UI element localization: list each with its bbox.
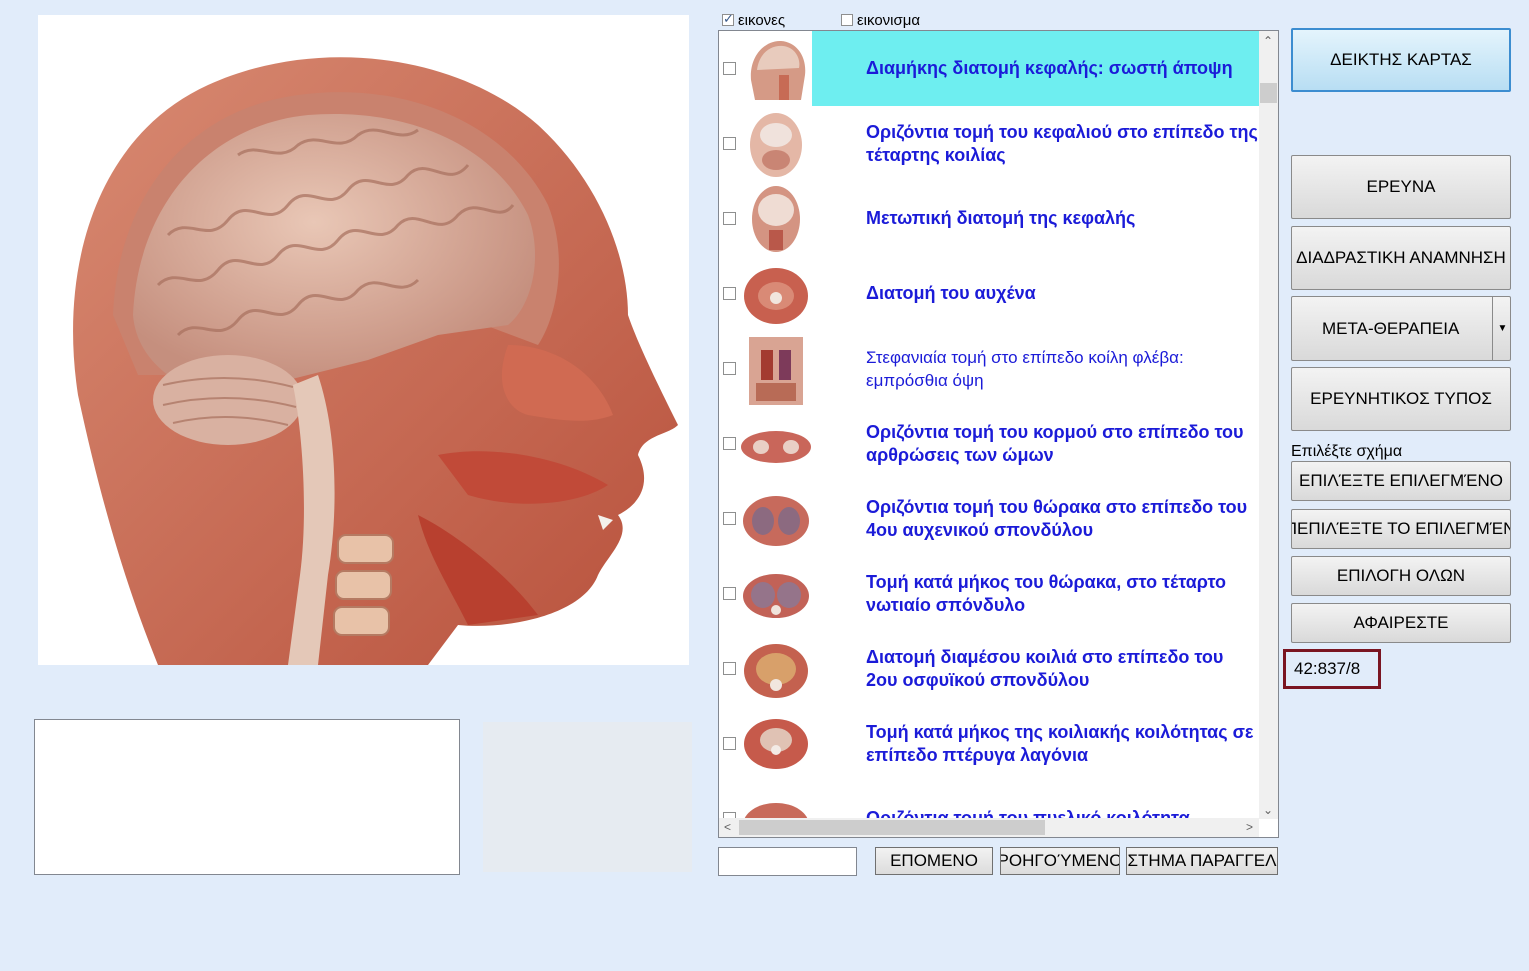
remove-button[interactable]: ΑΦΑΙΡΕΣΤΕ	[1291, 603, 1511, 643]
horizontal-scrollbar[interactable]: < >	[719, 818, 1259, 837]
thumbnail-image	[743, 496, 809, 546]
thumbnail-image	[749, 337, 803, 405]
scroll-up-icon[interactable]: ⌃	[1263, 34, 1273, 48]
previous-button[interactable]: ΡΟΗΓΟΎΜΕΝΟ	[1000, 847, 1120, 875]
icons-checkbox[interactable]: εικονισμα	[841, 10, 920, 30]
list-item[interactable]: Οριζόντια τομή του θώρακα στο επίπεδο το…	[719, 481, 1259, 556]
list-item[interactable]: Διατομή διαμέσου κοιλιά στο επίπεδο του …	[719, 631, 1259, 706]
item-checkbox[interactable]	[723, 437, 736, 450]
horizontal-scroll-thumb[interactable]	[739, 820, 1045, 835]
list-item[interactable]: Διαμήκης διατομή κεφαλής: σωστή άποψη	[719, 31, 1259, 106]
vertical-scrollbar[interactable]: ⌃ ⌄	[1259, 31, 1278, 819]
chevron-down-icon[interactable]: ▼	[1492, 296, 1512, 361]
meta-therapy-label: ΜΕΤΑ-ΘΕΡΑΠΕΙΑ	[1322, 318, 1460, 338]
head-section-illustration	[73, 57, 679, 665]
thumbnail-image	[750, 113, 802, 177]
interactive-anamnesis-button[interactable]: ΔΙΑΔΡΑΣΤΙΚΗ ΑΝΑΜΝΗΣΗ	[1291, 226, 1511, 290]
preview-panel	[483, 722, 692, 872]
thumbnail-image	[744, 644, 808, 698]
list-item[interactable]: Μετωπική διατομή της κεφαλής	[719, 181, 1259, 256]
item-title: Στεφανιαία τομή στο επίπεδο κοίλη φλέβα:…	[866, 347, 1184, 390]
list-item[interactable]: Τομή κατά μήκος του θώρακα, στο τέταρτο …	[719, 556, 1259, 631]
item-checkbox[interactable]	[723, 362, 736, 375]
item-title: Διαμήκης διατομή κεφαλής: σωστή άποψη	[812, 31, 1259, 106]
list-item[interactable]: Στεφανιαία τομή στο επίπεδο κοίλη φλέβα:…	[719, 331, 1259, 406]
item-title: Διατομή διαμέσου κοιλιά στο επίπεδο του …	[866, 646, 1224, 690]
item-checkbox[interactable]	[723, 512, 736, 525]
images-checkbox[interactable]: εικονες	[722, 10, 785, 30]
list-item[interactable]: Οριζόντια τομή του κορμού στο επίπεδο το…	[719, 406, 1259, 481]
thumbnail-image	[750, 40, 806, 100]
notes-textbox[interactable]	[34, 719, 460, 875]
item-checkbox[interactable]	[723, 737, 736, 750]
item-checkbox[interactable]	[723, 662, 736, 675]
scroll-right-icon[interactable]: >	[1246, 820, 1253, 834]
select-all-button[interactable]: ΕΠΙΛΟΓΗ ΟΛΩΝ	[1291, 556, 1511, 596]
thumbnail-image	[744, 719, 808, 769]
meta-therapy-button[interactable]: ΜΕΤΑ-ΘΕΡΑΠΕΙΑ	[1291, 296, 1511, 361]
scroll-down-icon[interactable]: ⌄	[1263, 803, 1273, 817]
thumbnail-image	[741, 431, 811, 463]
order-button[interactable]: ΣΤΗΜΑ ΠΑΡΑΓΓΕΛ	[1126, 847, 1278, 875]
icons-checkbox-label: εικονισμα	[857, 11, 921, 29]
item-title: Τομή κατά μήκος του θώρακα, στο τέταρτο …	[866, 571, 1226, 615]
counter-display: 42:837/8	[1283, 649, 1381, 689]
deselect-selected-button[interactable]: ΑΠΕΠΙΛΈΞΤΕ ΤΟ ΕΠΙΛΕΓΜΈΝΟ	[1291, 509, 1511, 549]
item-title: Οριζόντια τομή του κεφαλιού στο επίπεδο …	[866, 121, 1258, 165]
thumbnail-image	[743, 574, 809, 618]
section-list[interactable]: Διαμήκης διατομή κεφαλής: σωστή άποψη Ορ…	[718, 30, 1279, 838]
main-image	[38, 15, 689, 665]
item-title: Οριζόντια τομή του θώρακα στο επίπεδο το…	[866, 496, 1248, 540]
item-title: Τομή κατά μήκος της κοιλιακής κοιλότητας…	[866, 721, 1254, 765]
page-input[interactable]	[718, 847, 857, 876]
next-button[interactable]: ΕΠΟΜΕΝΟ	[875, 847, 993, 875]
thumbnail-image	[744, 268, 808, 324]
list-item[interactable]: Τομή κατά μήκος της κοιλιακής κοιλότητας…	[719, 706, 1259, 781]
list-item[interactable]: Οριζόντια τομή του κεφαλιού στο επίπεδο …	[719, 106, 1259, 181]
item-title: Μετωπική διατομή της κεφαλής	[866, 208, 1136, 228]
research-button[interactable]: ΕΡΕΥΝΑ	[1291, 155, 1511, 219]
list-item[interactable]: Διατομή του αυχένα	[719, 256, 1259, 331]
icons-checkbox-box[interactable]	[841, 14, 853, 26]
scroll-left-icon[interactable]: <	[724, 820, 731, 834]
item-checkbox[interactable]	[723, 137, 736, 150]
item-title: Διατομή του αυχένα	[866, 283, 1036, 303]
card-index-button[interactable]: ΔΕΙΚΤΗΣ ΚΑΡΤΑΣ	[1291, 28, 1511, 92]
item-checkbox[interactable]	[723, 212, 736, 225]
item-checkbox[interactable]	[723, 587, 736, 600]
item-checkbox[interactable]	[723, 287, 736, 300]
images-checkbox-label: εικονες	[738, 11, 786, 29]
item-title: Οριζόντια τομή του κορμού στο επίπεδο το…	[866, 421, 1244, 465]
item-checkbox[interactable]	[723, 62, 736, 75]
select-shape-label: Επιλέξτε σχήμα	[1291, 443, 1403, 460]
vertical-scroll-thumb[interactable]	[1260, 83, 1277, 103]
select-selected-button[interactable]: ΕΠΙΛΈΞΤΕ ΕΠΙΛΕΓΜΈΝΟ	[1291, 461, 1511, 501]
research-type-button[interactable]: ΕΡΕΥΝΗΤΙΚΟΣ ΤΥΠΟΣ	[1291, 367, 1511, 431]
thumbnail-image	[752, 186, 800, 252]
images-checkbox-box[interactable]	[722, 11, 734, 27]
